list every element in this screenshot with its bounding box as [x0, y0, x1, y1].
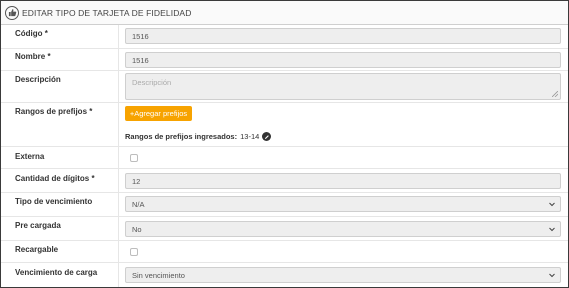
page-title: EDITAR TIPO DE TARJETA DE FIDELIDAD — [22, 7, 192, 18]
cantidad-field[interactable]: 12 — [125, 173, 561, 189]
descripcion-field[interactable]: Descripción — [125, 73, 561, 100]
chevron-down-icon — [549, 202, 555, 207]
row-vencimiento: Tipo de vencimiento N/A — [1, 193, 568, 217]
vencimiento-value: N/A — [132, 199, 145, 209]
edit-card-type-panel: EDITAR TIPO DE TARJETA DE FIDELIDAD Códi… — [0, 0, 569, 288]
panel-header: EDITAR TIPO DE TARJETA DE FIDELIDAD — [1, 1, 568, 25]
rangos-label: Rangos de prefijos * — [15, 107, 93, 116]
vencimiento-label: Tipo de vencimiento — [15, 197, 93, 206]
precargada-label: Pre cargada — [15, 221, 61, 230]
resize-grip-icon[interactable] — [552, 91, 558, 97]
precargada-select[interactable]: No — [125, 221, 561, 237]
externa-label: Externa — [15, 152, 45, 161]
recargable-label: Recargable — [15, 245, 59, 254]
nombre-field[interactable]: 1516 — [125, 52, 561, 68]
codigo-label: Código * — [15, 29, 48, 38]
row-nombre: Nombre * 1516 — [1, 49, 568, 71]
codigo-field[interactable]: 1516 — [125, 28, 561, 44]
externa-checkbox[interactable] — [130, 154, 138, 162]
row-codigo: Código * 1516 — [1, 25, 568, 49]
venc-carga-label: Vencimiento de carga — [15, 268, 98, 277]
row-externa: Externa — [1, 147, 568, 169]
vencimiento-select[interactable]: N/A — [125, 196, 561, 212]
row-venc-carga: Vencimiento de carga Sin vencimiento — [1, 263, 568, 287]
ranges-entered-label: Rangos de prefijos ingresados: — [125, 132, 238, 141]
ranges-entered-value: 13-14 — [240, 132, 260, 141]
edit-pencil-icon[interactable] — [262, 132, 272, 141]
cantidad-label: Cantidad de dígitos * — [15, 174, 95, 183]
row-recargable: Recargable — [1, 241, 568, 263]
venc-carga-select[interactable]: Sin vencimiento — [125, 267, 561, 283]
recargable-checkbox[interactable] — [130, 248, 138, 256]
add-prefixes-button[interactable]: +Agregar prefijos — [125, 106, 192, 121]
ranges-entered: Rangos de prefijos ingresados: 13-14 — [125, 132, 272, 141]
descripcion-label: Descripción — [15, 75, 61, 84]
chevron-down-icon — [549, 227, 555, 232]
row-rangos: Rangos de prefijos * — [1, 103, 568, 147]
row-precargada: Pre cargada No — [1, 217, 568, 241]
chevron-down-icon — [549, 273, 555, 278]
venc-carga-value: Sin vencimiento — [132, 270, 185, 280]
descripcion-placeholder: Descripción — [132, 78, 172, 87]
precargada-value: No — [132, 224, 142, 234]
thumbs-up-icon — [5, 5, 19, 20]
row-cantidad: Cantidad de dígitos * 12 — [1, 169, 568, 193]
nombre-label: Nombre * — [15, 52, 51, 61]
